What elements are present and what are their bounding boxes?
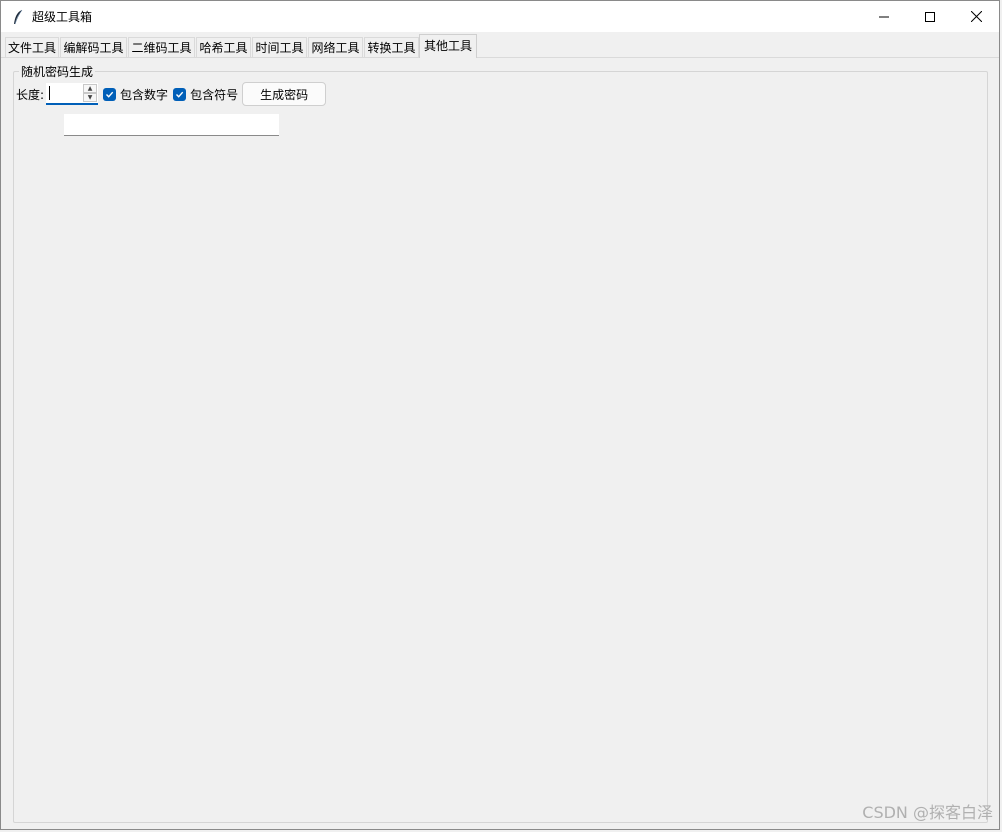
- checkmark-icon: [103, 87, 117, 101]
- spin-down-icon[interactable]: ▼: [83, 93, 98, 102]
- tab-network-tools[interactable]: 网络工具: [308, 37, 363, 57]
- tab-other-tools[interactable]: 其他工具: [419, 34, 477, 58]
- window-title: 超级工具箱: [32, 10, 93, 24]
- tab-bar: 文件工具 编解码工具 二维码工具 哈希工具 时间工具 网络工具 转换工具 其他工…: [1, 32, 999, 58]
- include-symbols-label: 包含符号: [190, 87, 239, 102]
- include-digits-label: 包含数字: [120, 87, 169, 102]
- maximize-button[interactable]: [907, 1, 953, 32]
- length-label: 长度:: [16, 87, 45, 102]
- window-controls: [861, 1, 999, 32]
- tab-qrcode-tools[interactable]: 二维码工具: [128, 37, 195, 57]
- app-window: 超级工具箱 文件工具 编解码工具 二维码工具 哈希工具 时间工具 网络工具 转换…: [0, 0, 1000, 830]
- checkmark-icon: [173, 87, 187, 101]
- minimize-button[interactable]: [861, 1, 907, 32]
- close-icon: [970, 11, 982, 22]
- maximize-icon: [925, 11, 935, 22]
- tab-hash-tools[interactable]: 哈希工具: [196, 37, 251, 57]
- spin-arrows: ▲ ▼: [83, 84, 98, 102]
- spin-up-icon[interactable]: ▲: [83, 84, 98, 93]
- group-title: 随机密码生成: [19, 63, 96, 80]
- tab-content: 随机密码生成 长度: ▲ ▼ 包含数字 包含符号 生成密码: [1, 58, 999, 829]
- close-button[interactable]: [953, 1, 999, 32]
- password-output-field[interactable]: [64, 114, 279, 136]
- minimize-icon: [879, 16, 889, 17]
- length-spinbox[interactable]: ▲ ▼: [46, 83, 99, 105]
- tab-codec-tools[interactable]: 编解码工具: [60, 37, 127, 57]
- text-caret: [49, 86, 51, 100]
- password-generator-group: [13, 71, 988, 823]
- watermark: CSDN @探客白泽: [862, 803, 993, 822]
- tab-file-tools[interactable]: 文件工具: [5, 37, 59, 57]
- password-options-row: 长度: ▲ ▼ 包含数字 包含符号 生成密码: [16, 82, 327, 106]
- feather-icon: [10, 9, 26, 25]
- generate-password-button[interactable]: 生成密码: [242, 82, 327, 106]
- include-digits-checkbox[interactable]: 包含数字: [103, 86, 168, 103]
- title-bar: 超级工具箱: [1, 1, 999, 32]
- tab-convert-tools[interactable]: 转换工具: [364, 37, 419, 57]
- include-symbols-checkbox[interactable]: 包含符号: [173, 86, 238, 103]
- tab-time-tools[interactable]: 时间工具: [252, 37, 307, 57]
